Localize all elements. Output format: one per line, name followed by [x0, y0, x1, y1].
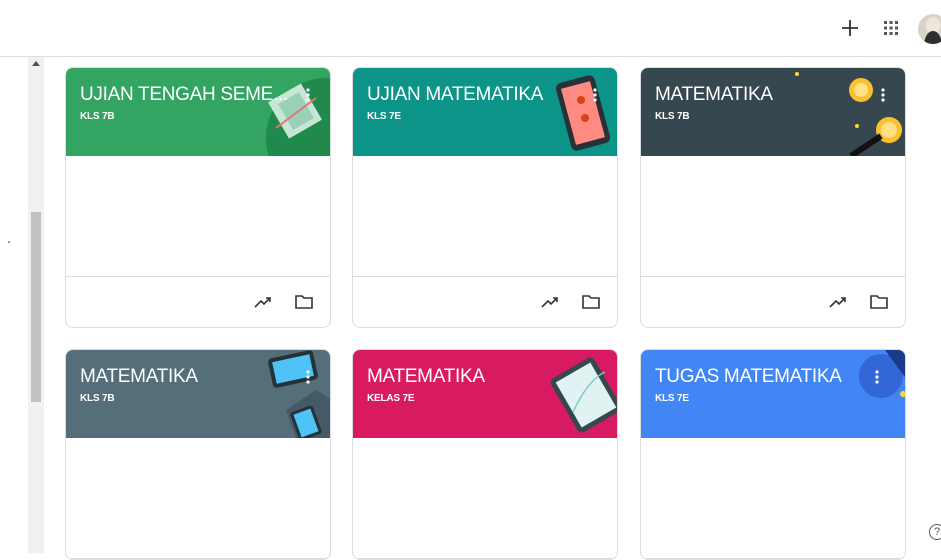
card-subtitle: KLS 7B [80, 111, 115, 122]
card-title[interactable]: MATEMATIKA [80, 366, 198, 388]
card-header[interactable]: TUGAS MATEMATIKA KLS 7E [641, 350, 905, 438]
card-body [641, 438, 905, 559]
card-subtitle: KLS 7B [80, 393, 115, 404]
avatar[interactable] [918, 14, 941, 44]
trending-icon[interactable] [539, 291, 561, 313]
card-footer [66, 277, 330, 327]
card-header[interactable]: MATEMATIKA KELAS 7E [353, 350, 617, 438]
card-footer [353, 277, 617, 327]
folder-icon[interactable] [293, 291, 315, 313]
card-footer [641, 277, 905, 327]
card-title[interactable]: UJIAN TENGAH SEME... [80, 84, 288, 106]
card-body [353, 156, 617, 277]
card-body [66, 156, 330, 277]
card-header[interactable]: UJIAN MATEMATIKA KLS 7E [353, 68, 617, 156]
card-subtitle: KELAS 7E [367, 393, 415, 404]
class-card-4[interactable]: MATEMATIKA KLS 7B [65, 349, 331, 560]
folder-icon[interactable] [580, 291, 602, 313]
class-card-2[interactable]: UJIAN MATEMATIKA KLS 7E [352, 67, 618, 328]
class-card-6[interactable]: TUGAS MATEMATIKA KLS 7E [640, 349, 906, 560]
card-header[interactable]: MATEMATIKA KLS 7B [641, 68, 905, 156]
card-subtitle: KLS 7B [655, 111, 690, 122]
card-title[interactable]: MATEMATIKA [655, 84, 773, 106]
card-subtitle: KLS 7E [367, 111, 401, 122]
more-options-icon[interactable] [865, 366, 889, 388]
more-options-icon[interactable] [871, 84, 895, 106]
trending-icon[interactable] [827, 291, 849, 313]
card-title[interactable]: TUGAS MATEMATIKA [655, 366, 842, 388]
card-body [66, 438, 330, 559]
scrollbar[interactable] [28, 57, 44, 553]
more-options-icon[interactable] [583, 84, 607, 106]
card-subtitle: KLS 7E [655, 393, 689, 404]
scroll-thumb[interactable] [31, 212, 41, 402]
divider-dot [8, 241, 10, 243]
card-title[interactable]: UJIAN MATEMATIKA [367, 84, 543, 106]
top-bar [0, 0, 941, 57]
plus-icon[interactable] [836, 14, 864, 42]
more-options-icon[interactable] [296, 84, 320, 106]
card-body [353, 438, 617, 559]
class-card-3[interactable]: MATEMATIKA KLS 7B [640, 67, 906, 328]
apps-grid-icon[interactable] [877, 14, 905, 42]
card-title[interactable]: MATEMATIKA [367, 366, 485, 388]
card-header[interactable]: MATEMATIKA KLS 7B [66, 350, 330, 438]
scroll-up-arrow-icon[interactable] [32, 61, 40, 66]
card-body [641, 156, 905, 277]
folder-icon[interactable] [868, 291, 890, 313]
card-header[interactable]: UJIAN TENGAH SEME... KLS 7B [66, 68, 330, 156]
trending-icon[interactable] [252, 291, 274, 313]
class-card-5[interactable]: MATEMATIKA KELAS 7E [352, 349, 618, 560]
class-card-1[interactable]: UJIAN TENGAH SEME... KLS 7B [65, 67, 331, 328]
help-icon[interactable]: ? [929, 524, 941, 540]
more-options-icon[interactable] [296, 366, 320, 388]
